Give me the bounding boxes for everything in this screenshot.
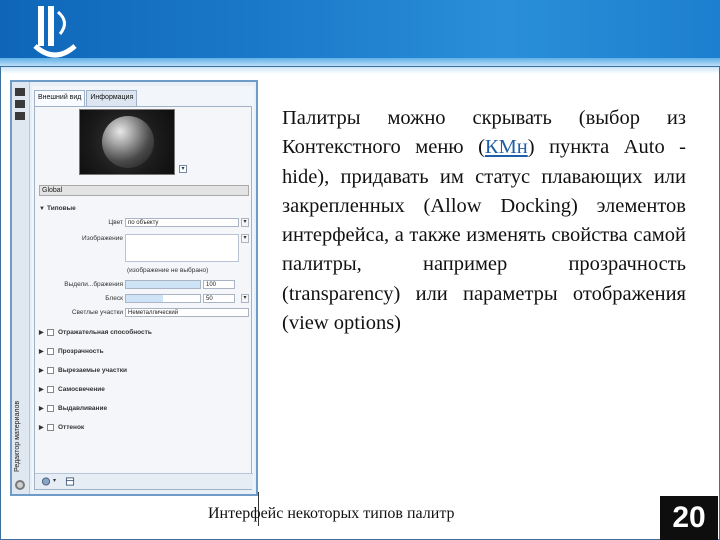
color-label: Цвет: [108, 219, 123, 226]
context-menu-link[interactable]: КМн: [485, 136, 528, 158]
section-checkbox[interactable]: [47, 424, 54, 431]
section-checkbox[interactable]: [47, 386, 54, 393]
menu-icon[interactable]: [15, 112, 25, 120]
section-generic[interactable]: ▼ Типовые: [39, 205, 76, 212]
section-transparency-label: Прозрачность: [58, 348, 104, 356]
section-tint[interactable]: ▶ Оттенок: [39, 424, 84, 431]
section-tint-label: Оттенок: [58, 424, 85, 432]
color-select[interactable]: по объекту: [125, 218, 239, 227]
collapsed-arrow-icon: ▶: [39, 387, 44, 394]
color-row: Цвет: [39, 219, 123, 229]
chevron-down-icon[interactable]: ▾: [53, 477, 63, 486]
image-placeholder: (изображение не выбрано): [127, 267, 209, 274]
section-cutouts-label: Вырезаемые участки: [58, 367, 127, 375]
highlight-fill: [126, 281, 200, 288]
section-generic-label: Типовые: [47, 205, 76, 212]
section-checkbox[interactable]: [47, 405, 54, 412]
body-text: Палитры можно скрывать (выбор из Контекс…: [282, 104, 686, 338]
tab-bar: Внешний вид Информация: [34, 90, 138, 106]
image-slot[interactable]: [125, 234, 239, 262]
tab-info[interactable]: Информация: [86, 90, 138, 106]
pin-icon[interactable]: [15, 100, 25, 108]
collapsed-arrow-icon: ▶: [39, 349, 44, 356]
logo-icon: [33, 6, 77, 58]
close-icon[interactable]: [15, 88, 25, 96]
collapsed-arrow-icon: ▶: [39, 425, 44, 432]
chevron-down-icon[interactable]: ▾: [241, 294, 249, 303]
section-checkbox[interactable]: [47, 367, 54, 374]
light-areas-row: Светлые участки: [39, 309, 123, 319]
tab-appearance[interactable]: Внешний вид: [34, 90, 86, 106]
highlight-row: Выдели...бражения: [39, 281, 123, 291]
tab-panel: ▾ Global ▼ Типовые Цвет по объекту ▾ Изоб…: [34, 106, 253, 490]
section-self-illumination-label: Самосвечение: [58, 386, 105, 394]
gloss-label: Блеск: [105, 295, 123, 302]
palette-title: Редактор материалов: [14, 400, 21, 472]
highlight-label: Выдели...бражения: [64, 281, 123, 288]
expanded-arrow-icon: ▼: [39, 206, 45, 212]
gear-icon[interactable]: [15, 480, 25, 490]
section-reflectivity[interactable]: ▶ Отражательная способность: [39, 329, 152, 336]
materials-palette: Редактор материалов Внешний вид Информац…: [10, 80, 258, 496]
material-preview[interactable]: [79, 109, 175, 175]
light-areas-label: Светлые участки: [71, 309, 123, 316]
image-label: Изображение: [82, 235, 123, 242]
gloss-value[interactable]: 50: [203, 294, 235, 303]
section-cutouts[interactable]: ▶ Вырезаемые участки: [39, 367, 127, 374]
section-self-illumination[interactable]: ▶ Самосвечение: [39, 386, 105, 393]
section-reflectivity-label: Отражательная способность: [58, 329, 152, 337]
section-checkbox[interactable]: [47, 348, 54, 355]
highlight-slider[interactable]: [125, 280, 201, 289]
page-number: 20: [660, 496, 718, 540]
preview-sphere: [102, 116, 154, 168]
section-bump[interactable]: ▶ Выдавливание: [39, 405, 107, 412]
chevron-down-icon[interactable]: ▾: [241, 234, 249, 243]
palette-bottom-toolbar: ▾: [35, 473, 253, 489]
image-row: Изображение: [39, 235, 123, 245]
highlight-value[interactable]: 100: [203, 280, 235, 289]
gloss-fill: [126, 295, 163, 302]
collapsed-arrow-icon: ▶: [39, 368, 44, 375]
palette-body: Внешний вид Информация ▾ Global ▼ Типовые…: [32, 86, 254, 490]
material-browser-icon[interactable]: [41, 477, 51, 486]
material-name-field[interactable]: Global: [39, 185, 249, 196]
section-transparency[interactable]: ▶ Прозрачность: [39, 348, 104, 355]
gloss-row: Блеск: [39, 295, 123, 305]
body-text-part-2: ) пункта Auto -hide), придавать им стату…: [282, 136, 686, 335]
section-checkbox[interactable]: [47, 329, 54, 336]
chevron-down-icon[interactable]: ▾: [241, 218, 249, 227]
panel-icon[interactable]: [65, 477, 75, 486]
section-bump-label: Выдавливание: [58, 405, 108, 413]
chevron-down-icon[interactable]: ▾: [179, 165, 187, 173]
gloss-slider[interactable]: [125, 294, 201, 303]
figure-caption: Интерфейс некоторых типов палитр: [208, 505, 455, 522]
collapsed-arrow-icon: ▶: [39, 330, 44, 337]
light-areas-select[interactable]: Неметаллический: [125, 308, 249, 317]
palette-titlebar[interactable]: Редактор материалов: [12, 82, 30, 494]
collapsed-arrow-icon: ▶: [39, 406, 44, 413]
